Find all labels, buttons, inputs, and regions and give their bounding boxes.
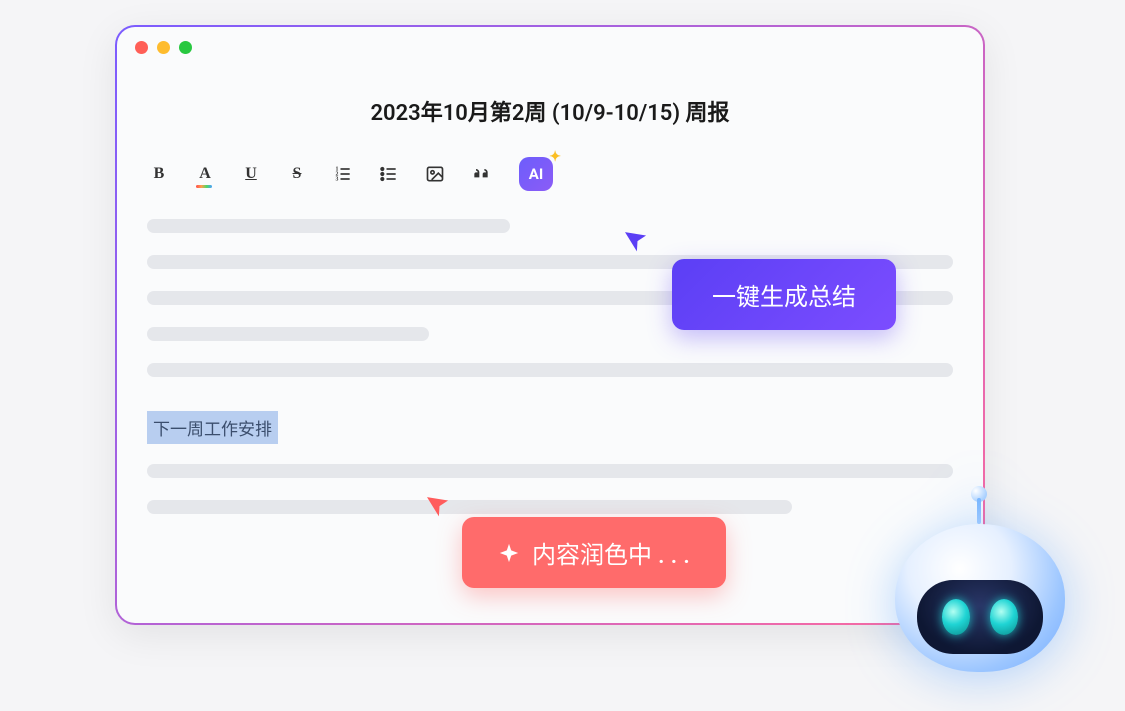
tooltip-polishing[interactable]: 内容润色中 . . .	[462, 517, 726, 588]
text-color-label: A	[199, 165, 211, 183]
robot-eye	[990, 599, 1018, 635]
unordered-list-button[interactable]	[377, 162, 401, 186]
skeleton-line	[147, 219, 510, 233]
svg-text:3: 3	[336, 177, 339, 183]
strikethrough-button[interactable]: S	[285, 162, 309, 186]
app-window: 2023年10月第2周 (10/9-10/15) 周报 B A U S 1 2 …	[115, 25, 985, 625]
highlighted-selection[interactable]: 下一周工作安排	[147, 411, 278, 444]
robot-face	[917, 580, 1043, 654]
minimize-dot[interactable]	[157, 41, 170, 54]
close-dot[interactable]	[135, 41, 148, 54]
underline-button[interactable]: U	[239, 162, 263, 186]
robot-eye	[942, 599, 970, 635]
ai-button[interactable]: AI ✦	[519, 157, 553, 191]
ai-label: AI	[529, 165, 543, 183]
maximize-dot[interactable]	[179, 41, 192, 54]
skeleton-line	[147, 363, 953, 377]
robot-assistant-icon[interactable]	[895, 486, 1065, 681]
skeleton-line	[147, 327, 429, 341]
page-title: 2023年10月第2周 (10/9-10/15) 周报	[117, 95, 983, 127]
bold-button[interactable]: B	[147, 162, 171, 186]
toolbar: B A U S 1 2 3	[117, 157, 983, 191]
sparkle-icon: ✦	[549, 149, 561, 165]
text-color-button[interactable]: A	[193, 162, 217, 186]
titlebar	[117, 27, 983, 67]
sparkle-icon	[498, 542, 520, 564]
image-button[interactable]	[423, 162, 447, 186]
tooltip-generate-summary[interactable]: 一键生成总结	[672, 259, 896, 330]
skeleton-line	[147, 500, 792, 514]
quote-button[interactable]	[469, 162, 493, 186]
skeleton-line	[147, 464, 953, 478]
color-swatch-icon	[196, 185, 212, 188]
ordered-list-button[interactable]: 1 2 3	[331, 162, 355, 186]
tooltip-polishing-label: 内容润色中 . . .	[532, 535, 690, 570]
robot-antenna	[977, 498, 981, 524]
